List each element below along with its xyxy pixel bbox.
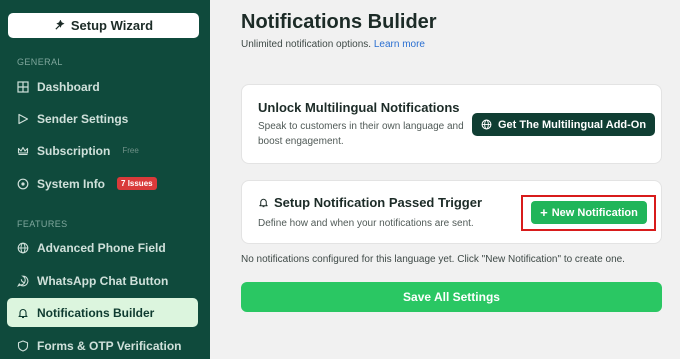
subtitle-text: Unlimited notification options. [241, 39, 372, 50]
bell-icon [18, 308, 28, 318]
sidebar-item-sender-settings[interactable]: Sender Settings [7, 104, 198, 133]
sidebar-item-notifications-builder[interactable]: Notifications Builder [7, 298, 198, 327]
addon-button-label: Get The Multilingual Add-On [498, 118, 647, 131]
trigger-description: Define how and when your notifications a… [258, 218, 474, 229]
sidebar-item-label: Subscription [37, 143, 111, 158]
bell-icon [259, 198, 268, 208]
sidebar-item-system-info[interactable]: System Info 7 Issues [7, 169, 198, 198]
new-notification-label: New Notification [551, 206, 638, 219]
crown-icon [17, 146, 29, 155]
trigger-title-text: Setup Notification Passed Trigger [274, 195, 483, 210]
sidebar-item-label: Dashboard [37, 79, 100, 94]
empty-state-message: No notifications configured for this lan… [241, 254, 625, 265]
sidebar-item-label: Sender Settings [37, 111, 129, 126]
section-label-features: FEATURES [17, 219, 68, 229]
trigger-title: Setup Notification Passed Trigger [258, 195, 482, 210]
sidebar-item-subscription[interactable]: Subscription Free [7, 136, 198, 165]
send-icon [18, 113, 29, 124]
multilingual-description: Speak to customers in their own language… [258, 121, 464, 147]
sidebar-item-label: WhatsApp Chat Button [37, 273, 169, 288]
globe-icon [481, 119, 492, 130]
plus-icon: + [540, 205, 548, 220]
get-multilingual-addon-button[interactable]: Get The Multilingual Add-On [472, 113, 656, 136]
sidebar-item-dashboard[interactable]: Dashboard [7, 72, 198, 101]
sidebar-item-forms-otp-verification[interactable]: Forms & OTP Verification [7, 331, 198, 359]
sidebar-item-whatsapp-chat-button[interactable]: WhatsApp Chat Button [7, 266, 198, 295]
whatsapp-icon [17, 275, 29, 287]
section-label-general: GENERAL [17, 57, 63, 67]
issues-badge: 7 Issues [117, 177, 157, 190]
shield-icon [17, 339, 29, 352]
grid-icon [17, 80, 29, 93]
magic-wand-icon [55, 20, 65, 30]
sidebar-item-label: Notifications Builder [37, 305, 155, 320]
multilingual-title: Unlock Multilingual Notifications [258, 100, 460, 115]
sidebar-item-label: Advanced Phone Field [37, 240, 166, 255]
save-all-settings-button[interactable]: Save All Settings [241, 282, 662, 312]
new-notification-button[interactable]: + New Notification [531, 201, 647, 224]
page-subtitle: Unlimited notification options. Learn mo… [241, 39, 425, 50]
sidebar-item-label: Forms & OTP Verification [37, 338, 182, 353]
sidebar-item-label: System Info [37, 176, 106, 191]
free-tag: Free [122, 146, 139, 155]
learn-more-link[interactable]: Learn more [374, 39, 425, 50]
globe-icon [17, 242, 29, 253]
info-icon [17, 178, 29, 189]
page-title: Notifications Bulider [241, 11, 437, 33]
multilingual-card: Unlock Multilingual Notifications Speak … [241, 84, 662, 164]
setup-wizard-button[interactable]: Setup Wizard [8, 13, 199, 38]
sidebar-item-advanced-phone-field[interactable]: Advanced Phone Field [7, 233, 198, 262]
setup-wizard-label: Setup Wizard [70, 18, 154, 33]
sidebar: Setup Wizard GENERAL Dashboard Sender Se… [0, 0, 210, 359]
